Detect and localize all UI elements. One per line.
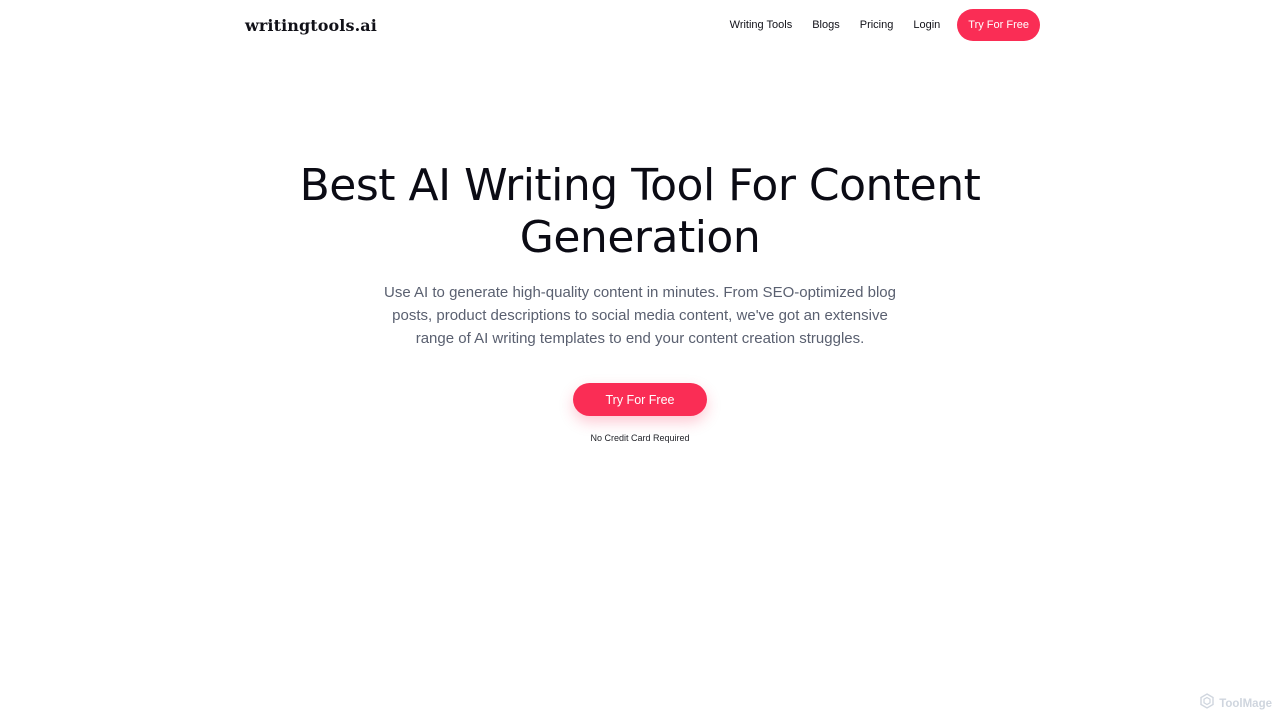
nav-link-writing-tools[interactable]: Writing Tools bbox=[730, 19, 793, 31]
main-nav: Writing Tools Blogs Pricing Login Try Fo… bbox=[730, 9, 1040, 41]
nav-link-login[interactable]: Login bbox=[913, 19, 940, 31]
header-try-for-free-button[interactable]: Try For Free bbox=[957, 9, 1040, 41]
hero-title: Best AI Writing Tool For Content Generat… bbox=[299, 160, 981, 263]
nav-link-blogs[interactable]: Blogs bbox=[812, 19, 840, 31]
hero-try-for-free-button[interactable]: Try For Free bbox=[573, 383, 707, 416]
nav-link-pricing[interactable]: Pricing bbox=[860, 19, 894, 31]
site-header: writingtools.ai Writing Tools Blogs Pric… bbox=[245, 9, 1040, 41]
hero-subtitle: Use AI to generate high-quality content … bbox=[384, 284, 896, 347]
watermark-text: ToolMage bbox=[1219, 697, 1272, 710]
site-logo[interactable]: writingtools.ai bbox=[245, 16, 377, 35]
toolmage-logo-icon bbox=[1199, 693, 1215, 714]
landing-page: writingtools.ai Writing Tools Blogs Pric… bbox=[0, 0, 1280, 720]
watermark: ToolMage bbox=[1199, 693, 1272, 714]
no-credit-card-note: No Credit Card Required bbox=[590, 433, 690, 443]
